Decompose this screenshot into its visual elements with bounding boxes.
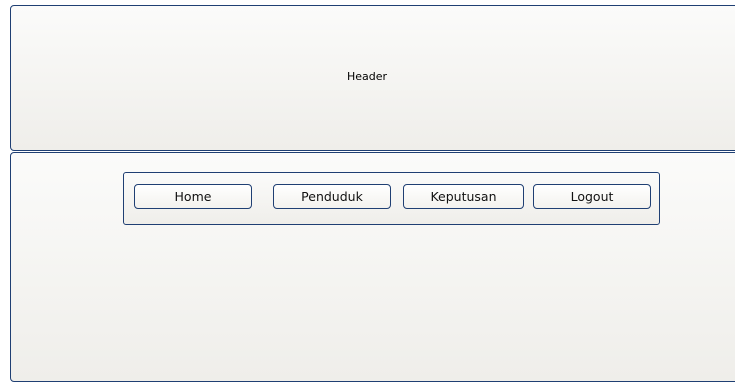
header-label: Header bbox=[346, 70, 387, 83]
penduduk-button[interactable]: Penduduk bbox=[273, 184, 391, 209]
keputusan-button[interactable]: Keputusan bbox=[403, 184, 524, 209]
header-panel: Header bbox=[10, 5, 735, 151]
home-button[interactable]: Home bbox=[134, 184, 252, 209]
logout-button[interactable]: Logout bbox=[533, 184, 651, 209]
